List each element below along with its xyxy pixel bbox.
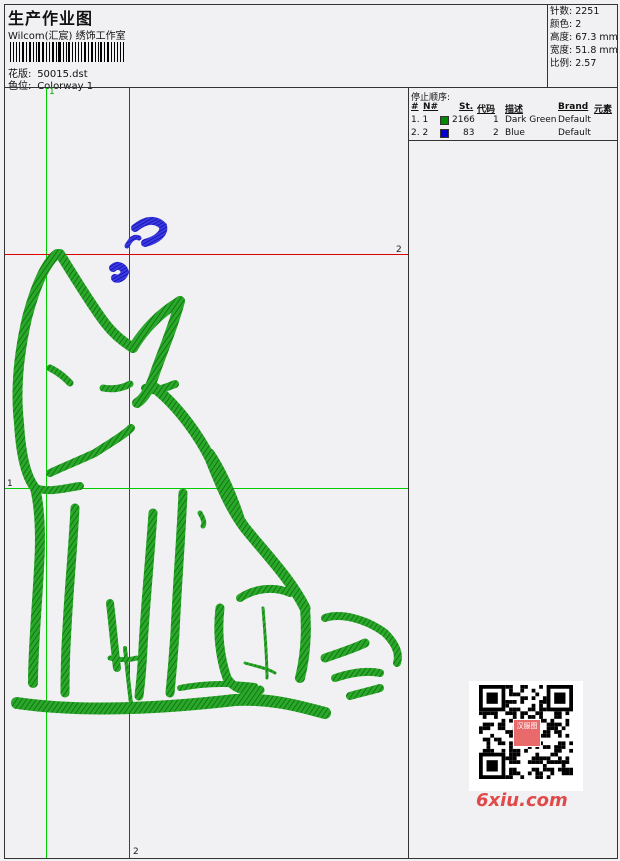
- barcode-bar: [51, 42, 54, 62]
- barcode-bar: [62, 42, 64, 62]
- barcode-bar: [120, 42, 122, 62]
- barcode-bar: [68, 42, 70, 62]
- barcode-bar: [103, 42, 105, 62]
- barcode-bar: [19, 42, 20, 62]
- barcode-bar: [71, 42, 73, 62]
- qr-watermark: 汉服图: [469, 681, 583, 791]
- barcode-bar: [58, 42, 61, 62]
- barcode: [10, 42, 126, 62]
- seq-row-1-code: 1: [493, 115, 499, 125]
- seq-row-2-brand: Default: [558, 128, 591, 138]
- barcode-bar: [74, 42, 77, 62]
- studio-name: Wilcom(汇宸) 绣饰工作室: [8, 31, 126, 42]
- header: 生产作业图 Wilcom(汇宸) 绣饰工作室 花版: 50015.dst 色位:…: [5, 5, 548, 92]
- seq-row-2-swatch: [440, 129, 449, 138]
- design-canvas: 1 2 1 2: [5, 87, 409, 858]
- blue-thread: [109, 217, 168, 283]
- barcode-bar: [91, 42, 93, 62]
- barcode-bar: [35, 42, 37, 62]
- barcode-bar: [81, 42, 82, 62]
- barcode-bar: [46, 42, 48, 62]
- barcode-bar: [16, 42, 18, 62]
- embroidery-artwork: [11, 217, 402, 719]
- col-n: N#: [423, 102, 439, 112]
- barcode-bar: [111, 42, 112, 62]
- barcode-bar: [26, 42, 28, 62]
- design-height: 高度: 67.3 mm: [550, 32, 618, 43]
- col-elem: 元素: [594, 105, 613, 115]
- stop-sequence-panel: 停止顺序: # N# St. 代码 描述 Brand 元素 1. 1 2166 …: [409, 88, 618, 140]
- barcode-bar: [116, 42, 119, 62]
- barcode-bar: [106, 42, 110, 62]
- seq-row-2-code: 2: [493, 128, 499, 138]
- design-width: 宽度: 51.8 mm: [550, 45, 618, 56]
- color-count: 颜色: 2: [550, 19, 582, 30]
- barcode-bar: [78, 42, 80, 62]
- barcode-bar: [29, 42, 31, 62]
- col-brand: Brand: [558, 102, 589, 112]
- barcode-bar: [97, 42, 99, 62]
- barcode-bar: [65, 42, 67, 62]
- seq-row-2-idx: 2. 2: [411, 128, 429, 138]
- seq-row-1-swatch: [440, 116, 449, 125]
- col-num: #: [411, 102, 419, 112]
- design-scale: 比例: 2.57: [550, 58, 597, 69]
- barcode-bar: [49, 42, 50, 62]
- qr-center-logo: 汉服图: [513, 719, 541, 747]
- barcode-bar: [38, 42, 40, 62]
- barcode-bar: [12, 42, 15, 62]
- col-desc: 描述: [505, 105, 524, 115]
- barcode-bar: [88, 42, 90, 62]
- barcode-bar: [32, 42, 34, 62]
- seq-row-1-st: 2166: [452, 115, 475, 125]
- barcode-bar: [21, 42, 25, 62]
- seq-row-1-brand: Default: [558, 115, 591, 125]
- sequence-divider: [409, 140, 618, 141]
- barcode-bar: [100, 42, 102, 62]
- seq-row-2-desc: Blue: [505, 128, 525, 138]
- seq-row-2-st: 83: [463, 128, 475, 138]
- barcode-bar: [10, 42, 11, 62]
- stats-panel: 针数: 2251 颜色: 2 高度: 67.3 mm 宽度: 51.8 mm 比…: [547, 5, 618, 87]
- page-title: 生产作业图: [8, 9, 94, 28]
- seq-row-1-idx: 1. 1: [411, 115, 429, 125]
- dark-green-thread: [11, 249, 402, 719]
- barcode-bar: [41, 42, 45, 62]
- barcode-bar: [123, 42, 124, 62]
- barcode-bar: [55, 42, 57, 62]
- stitch-count: 针数: 2251: [550, 6, 600, 17]
- barcode-bar: [113, 42, 115, 62]
- barcode-bar: [94, 42, 96, 62]
- col-st: St.: [459, 102, 474, 112]
- watermark-site: 6xiu.com: [476, 790, 568, 811]
- seq-row-1-desc: Dark Green: [505, 115, 557, 125]
- barcode-bar: [83, 42, 87, 62]
- col-code: 代码: [477, 105, 496, 115]
